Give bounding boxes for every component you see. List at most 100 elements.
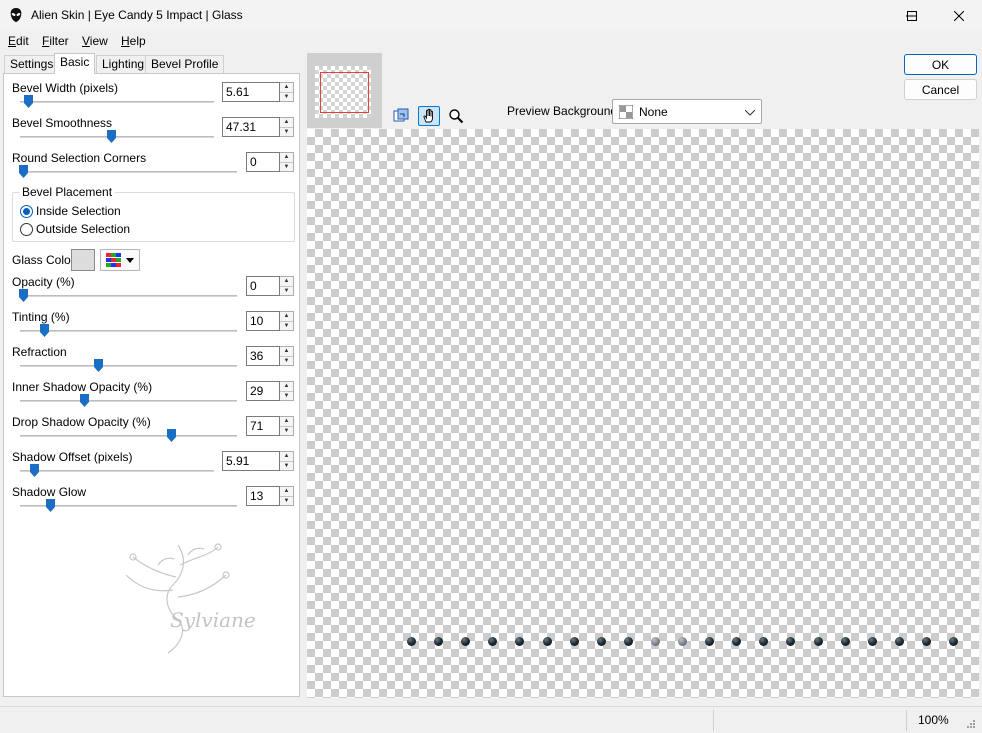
bevel-smoothness-slider-track[interactable] — [20, 136, 214, 138]
spin-up-icon[interactable]: ▲ — [280, 83, 293, 92]
tinting-slider-thumb[interactable] — [40, 324, 49, 337]
menu-filter[interactable]: Filter — [42, 34, 69, 48]
inner-shadow-opacity-label: Inner Shadow Opacity (%) — [12, 380, 153, 394]
drop-shadow-opacity-spinbox[interactable]: 71 ▲ ▼ — [246, 416, 294, 436]
spin-down-icon[interactable]: ▼ — [280, 285, 293, 296]
magnifier-icon — [449, 109, 464, 124]
refraction-spinbox[interactable]: 36 ▲ ▼ — [246, 346, 294, 366]
refraction-slider-thumb[interactable] — [94, 359, 103, 372]
tab-basic[interactable]: Basic — [54, 53, 96, 74]
spin-down-icon[interactable]: ▼ — [280, 495, 293, 506]
preview-canvas[interactable] — [307, 129, 979, 698]
tinting-value[interactable]: 10 — [246, 311, 280, 331]
radio-inside-selection[interactable]: Inside Selection — [20, 204, 121, 218]
spin-up-icon[interactable]: ▲ — [280, 118, 293, 127]
radio-outside-selection[interactable]: Outside Selection — [20, 222, 130, 236]
hand-icon — [423, 108, 433, 123]
before-after-icon — [393, 108, 409, 122]
drop-shadow-opacity-slider-thumb[interactable] — [167, 429, 176, 442]
bevel-smoothness-value[interactable]: 47.31 — [222, 117, 280, 137]
round-corners-slider-thumb[interactable] — [19, 165, 28, 178]
shadow-offset-slider-track[interactable] — [20, 470, 214, 472]
spin-up-icon[interactable]: ▲ — [280, 417, 293, 426]
menu-view[interactable]: View — [82, 34, 108, 48]
spin-up-icon[interactable]: ▲ — [280, 153, 293, 162]
sylviane-watermark: Sylviane — [125, 543, 256, 654]
shadow-offset-spinbox[interactable]: 5.91 ▲ ▼ — [222, 451, 294, 471]
menu-edit[interactable]: Edit — [8, 34, 29, 48]
color-picker-button[interactable] — [100, 249, 140, 271]
maximize-button-hit[interactable] — [889, 0, 935, 31]
shadow-offset-slider-thumb[interactable] — [30, 464, 39, 477]
cancel-button[interactable]: Cancel — [904, 79, 977, 100]
maximize-icon — [907, 10, 917, 21]
bevel-smoothness-spinbox[interactable]: 47.31 ▲ ▼ — [222, 117, 294, 137]
tab-bevel-profile[interactable]: Bevel Profile — [145, 55, 225, 73]
navigator-view-rect[interactable] — [320, 72, 369, 113]
spin-up-icon[interactable]: ▲ — [280, 312, 293, 321]
ok-button[interactable]: OK — [904, 54, 977, 75]
inner-shadow-opacity-value[interactable]: 29 — [246, 381, 280, 401]
glass-bead — [813, 637, 823, 646]
glass-bead — [949, 637, 958, 646]
round-corners-spinbox[interactable]: 0 ▲ ▼ — [246, 152, 294, 172]
spin-up-icon[interactable]: ▲ — [280, 452, 293, 461]
bevel-width-spinbox[interactable]: 5.61 ▲ ▼ — [222, 82, 294, 102]
bevel-width-value[interactable]: 5.61 — [222, 82, 280, 102]
menu-help[interactable]: Help — [121, 34, 146, 48]
inner-shadow-opacity-slider-thumb[interactable] — [80, 394, 89, 407]
preview-background-select[interactable]: None — [612, 99, 762, 124]
shadow-glow-spinbox[interactable]: 13 ▲ ▼ — [246, 486, 294, 506]
glass-color-swatch[interactable] — [71, 249, 95, 271]
spin-up-icon[interactable]: ▲ — [280, 382, 293, 391]
glass-bead — [678, 637, 687, 646]
tinting-slider-track[interactable] — [20, 330, 237, 332]
spin-down-icon[interactable]: ▼ — [280, 355, 293, 366]
window-title: Alien Skin | Eye Candy 5 Impact | Glass — [31, 8, 243, 22]
spin-down-icon[interactable]: ▼ — [280, 425, 293, 436]
inner-shadow-opacity-slider-track[interactable] — [20, 400, 237, 402]
preview-background-label: Preview Background: — [507, 104, 621, 118]
opacity-value[interactable]: 0 — [246, 276, 280, 296]
bevel-placement-label: Bevel Placement — [19, 185, 116, 199]
opacity-label: Opacity (%) — [12, 275, 75, 289]
spin-up-icon[interactable]: ▲ — [280, 277, 293, 286]
bevel-width-slider-thumb[interactable] — [24, 95, 33, 108]
shadow-glow-slider-thumb[interactable] — [46, 499, 55, 512]
spin-down-icon[interactable]: ▼ — [280, 390, 293, 401]
spin-up-icon[interactable]: ▲ — [280, 487, 293, 496]
glass-bead — [867, 637, 877, 646]
drop-shadow-opacity-slider-track[interactable] — [20, 435, 237, 437]
shadow-offset-value[interactable]: 5.91 — [222, 451, 280, 471]
toggle-preview-tool[interactable] — [390, 106, 412, 126]
opacity-slider-track[interactable] — [20, 295, 237, 297]
spin-down-icon[interactable]: ▼ — [280, 126, 293, 137]
navigator-thumbnail[interactable] — [307, 53, 382, 128]
tab-lighting[interactable]: Lighting — [96, 55, 151, 73]
spin-up-icon[interactable]: ▲ — [280, 347, 293, 356]
spin-down-icon[interactable]: ▼ — [280, 460, 293, 471]
round-corners-slider-track[interactable] — [20, 171, 237, 173]
hand-tool[interactable] — [418, 106, 440, 126]
round-corners-value[interactable]: 0 — [246, 152, 280, 172]
refraction-value[interactable]: 36 — [246, 346, 280, 366]
glass-bead — [542, 637, 552, 646]
spin-down-icon[interactable]: ▼ — [280, 91, 293, 102]
menu-bar: Edit Filter View Help — [0, 31, 982, 51]
bevel-width-slider-track[interactable] — [20, 101, 214, 103]
drop-shadow-opacity-value[interactable]: 71 — [246, 416, 280, 436]
opacity-spinbox[interactable]: 0 ▲ ▼ — [246, 276, 294, 296]
resize-grip-icon[interactable] — [966, 719, 976, 729]
tab-settings[interactable]: Settings — [4, 55, 60, 73]
chevron-down-icon — [745, 110, 755, 116]
spin-down-icon[interactable]: ▼ — [280, 161, 293, 172]
refraction-slider-track[interactable] — [20, 365, 237, 367]
zoom-tool[interactable] — [445, 106, 467, 126]
opacity-slider-thumb[interactable] — [19, 289, 28, 302]
spin-down-icon[interactable]: ▼ — [280, 320, 293, 331]
tinting-spinbox[interactable]: 10 ▲ ▼ — [246, 311, 294, 331]
shadow-glow-value[interactable]: 13 — [246, 486, 280, 506]
bevel-smoothness-slider-thumb[interactable] — [107, 130, 116, 143]
inner-shadow-opacity-spinbox[interactable]: 29 ▲ ▼ — [246, 381, 294, 401]
close-button[interactable] — [936, 0, 982, 31]
